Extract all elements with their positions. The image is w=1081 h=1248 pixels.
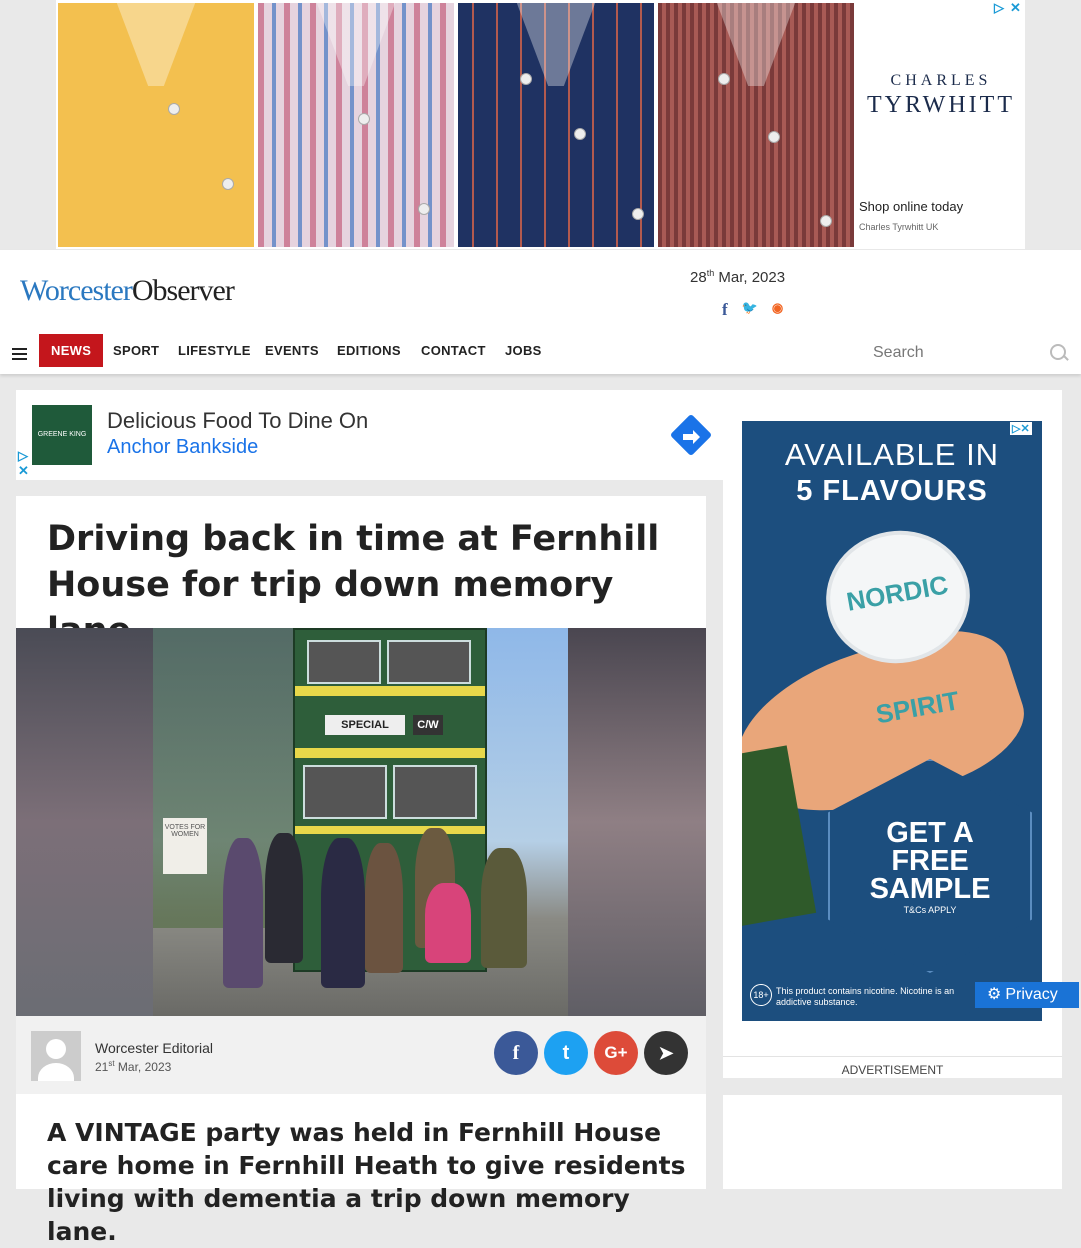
article-byline: Worcester Editorial 21st Mar, 2023 f t G… — [16, 1016, 706, 1094]
privacy-button[interactable]: ⚙ Privacy — [975, 982, 1079, 1008]
charles-tyrwhitt-logo: CHARLES TYRWHITT — [867, 72, 1015, 118]
nav-jobs[interactable]: JOBS — [505, 334, 542, 367]
directions-arrow-icon[interactable] — [668, 412, 714, 458]
publish-date: 21st Mar, 2023 — [95, 1059, 172, 1074]
pink-check-shirt-image[interactable] — [258, 3, 454, 247]
site-header: WorcesterObserver 28th Mar, 2023 f 🐦 ◉ N… — [0, 250, 1081, 374]
nav-events[interactable]: EVENTS — [265, 334, 319, 367]
greene-king-logo: GREENE KING — [32, 405, 92, 465]
greene-king-ad[interactable]: GREENE KING Delicious Food To Dine On An… — [16, 390, 744, 480]
ad-title[interactable]: Delicious Food To Dine On — [107, 408, 368, 434]
ad-headline-1: AVAILABLE IN — [784, 437, 1000, 472]
article-card: Driving back in time at Fernhill House f… — [16, 496, 706, 1246]
author-avatar — [31, 1031, 81, 1081]
sidebar-ad-container: AVAILABLE IN 5 FLAVOURS NORDIC SPIRIT GE… — [723, 390, 1062, 1078]
author-name[interactable]: Worcester Editorial — [95, 1040, 213, 1056]
article-photo[interactable]: SPECIAL C/W VOTES FOR WOMEN — [16, 628, 706, 1016]
close-ad-icon[interactable]: ✕ — [18, 463, 29, 479]
nav-news[interactable]: NEWS — [39, 334, 104, 367]
adchoices-icon[interactable]: ▷ — [18, 448, 28, 464]
ad-subtitle[interactable]: Anchor Bankside — [107, 436, 258, 459]
nicotine-warning: 18+ This product contains nicotine. Nico… — [750, 984, 962, 1008]
worcester-observer-logo[interactable]: WorcesterObserver — [20, 274, 235, 308]
ad-headline-2: 5 FLAVOURS — [796, 475, 988, 507]
share-twitter-button[interactable]: t — [544, 1031, 588, 1075]
header-date: 28th Mar, 2023 — [690, 268, 786, 286]
nav-sport[interactable]: SPORT — [113, 334, 159, 367]
tcs-text: T&Cs APPLY — [903, 905, 957, 915]
yellow-shirt-image[interactable] — [58, 3, 254, 247]
main-nav: NEWS SPORT LIFESTYLE EVENTS EDITIONS CON… — [0, 334, 1081, 368]
adchoices-icon[interactable]: ▷✕ — [1010, 422, 1032, 435]
bus-route-sign: C/W — [413, 715, 443, 735]
article-intro: A VINTAGE party was held in Fernhill Hou… — [47, 1118, 686, 1246]
bus-sign: SPECIAL — [325, 715, 405, 735]
share-telegram-button[interactable]: ➤ — [644, 1031, 688, 1075]
nordic-spirit-ad[interactable]: AVAILABLE IN 5 FLAVOURS NORDIC SPIRIT GE… — [742, 421, 1042, 1021]
adchoices-icon[interactable]: ▷ — [994, 0, 1004, 16]
share-facebook-button[interactable]: f — [494, 1031, 538, 1075]
gear-icon: ⚙ — [987, 986, 1002, 1003]
nav-editions[interactable]: EDITIONS — [337, 334, 401, 367]
advertisement-label: ADVERTISEMENT — [723, 1056, 1062, 1077]
age-18-icon: 18+ — [750, 984, 772, 1006]
red-check-shirt-image[interactable] — [658, 3, 854, 247]
vintage-bus-party-photo: SPECIAL C/W VOTES FOR WOMEN — [153, 628, 568, 1016]
ad-cta-text[interactable]: Shop online today — [859, 199, 963, 214]
charles-tyrwhitt-banner-ad[interactable]: CHARLES TYRWHITT Shop online today Charl… — [56, 0, 1025, 249]
sidebar-empty-box — [723, 1095, 1062, 1189]
header-social-links: f 🐦 ◉ — [722, 300, 783, 320]
free-sample-cta[interactable]: GET A FREE SAMPLE — [850, 819, 1010, 904]
navy-check-shirt-image[interactable] — [458, 3, 654, 247]
close-ad-icon[interactable]: ✕ — [1010, 0, 1021, 16]
hamburger-menu-icon[interactable] — [12, 348, 27, 363]
facebook-icon[interactable]: f — [722, 300, 728, 320]
nav-contact[interactable]: CONTACT — [421, 334, 486, 367]
search-icon[interactable] — [1050, 344, 1066, 360]
votes-for-women-placard: VOTES FOR WOMEN — [163, 818, 207, 874]
nav-lifestyle[interactable]: LIFESTYLE — [178, 334, 251, 367]
rss-icon[interactable]: ◉ — [772, 300, 783, 320]
search-input[interactable]: Search — [873, 344, 924, 362]
ad-advertiser-text: Charles Tyrwhitt UK — [859, 222, 939, 232]
share-google-plus-button[interactable]: G+ — [594, 1031, 638, 1075]
twitter-icon[interactable]: 🐦 — [742, 300, 758, 320]
